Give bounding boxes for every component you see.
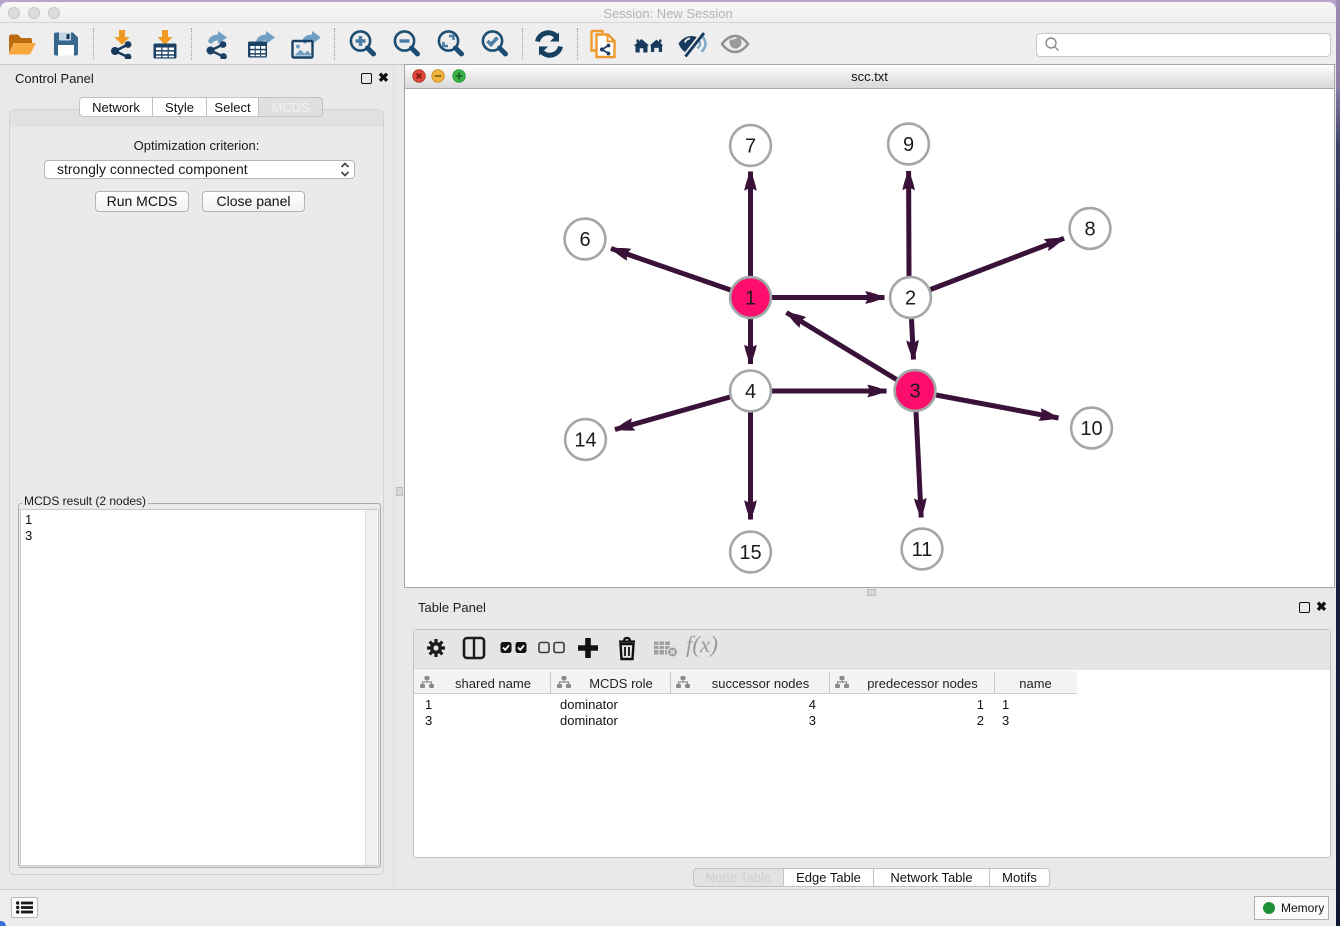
svg-text:10: 10 — [1080, 418, 1102, 440]
svg-text:11: 11 — [912, 539, 933, 561]
svg-text:9: 9 — [903, 134, 914, 156]
svg-text:4: 4 — [745, 381, 756, 403]
svg-text:8: 8 — [1084, 219, 1095, 241]
svg-text:6: 6 — [579, 229, 590, 251]
svg-text:2: 2 — [905, 288, 916, 310]
svg-text:15: 15 — [739, 542, 761, 564]
svg-text:7: 7 — [745, 136, 756, 158]
svg-text:1: 1 — [745, 288, 756, 310]
svg-text:3: 3 — [909, 381, 920, 403]
svg-text:14: 14 — [574, 430, 596, 452]
